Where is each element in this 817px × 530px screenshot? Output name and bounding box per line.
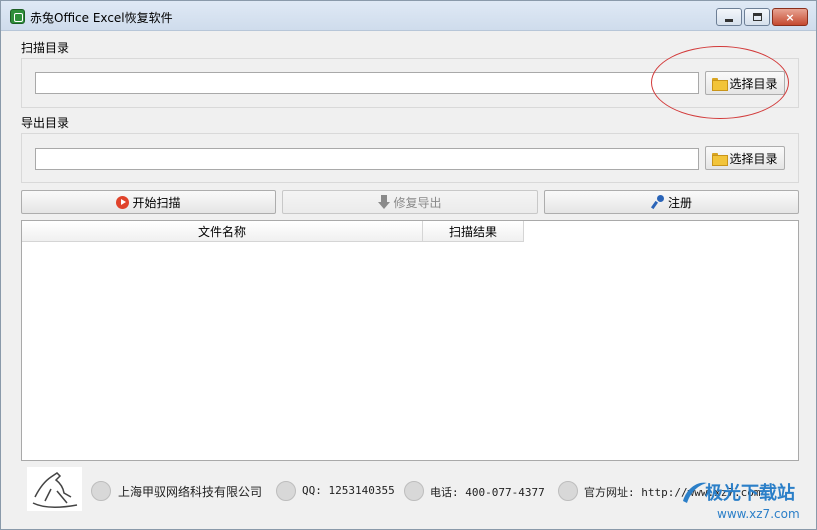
scan-dir-label: 扫描目录 [21, 41, 70, 55]
key-icon [651, 195, 665, 209]
qq-number: QQ: 1253140355 [302, 484, 395, 497]
column-header-scan-result[interactable]: 扫描结果 [423, 221, 524, 242]
globe-icon [558, 481, 578, 501]
company-logo [27, 467, 82, 511]
start-scan-label: 开始扫描 [132, 195, 181, 210]
export-dir-label: 导出目录 [21, 116, 70, 130]
export-path-input[interactable] [35, 148, 699, 170]
register-button[interactable]: 注册 [544, 190, 799, 214]
close-icon: × [785, 10, 795, 24]
export-browse-label: 选择目录 [729, 151, 778, 166]
start-scan-button[interactable]: 开始扫描 [21, 190, 276, 214]
building-icon [91, 481, 111, 501]
phone-icon [404, 481, 424, 501]
title-bar[interactable]: 赤兔Office Excel恢复软件 × [1, 1, 816, 31]
repair-export-label: 修复导出 [393, 195, 442, 210]
register-label: 注册 [667, 195, 692, 210]
column-header-filename[interactable]: 文件名称 [22, 221, 423, 242]
close-button[interactable]: × [772, 8, 808, 26]
highlight-annotation [651, 46, 789, 119]
down-arrow-icon [378, 195, 391, 209]
phone-number: 电话: 400-077-4377 [430, 486, 545, 499]
watermark-url: www.xz7.com [717, 507, 800, 521]
window-title: 赤兔Office Excel恢复软件 [30, 11, 173, 25]
export-browse-button[interactable]: 选择目录 [705, 146, 785, 170]
watermark-title: 极光下载站 [705, 483, 795, 504]
company-name: 上海甲驭网络科技有限公司 [118, 485, 263, 499]
maximize-icon [752, 13, 762, 21]
scan-path-input[interactable] [35, 72, 699, 94]
horse-logo-icon [32, 472, 78, 508]
maximize-button[interactable] [744, 8, 770, 26]
repair-export-button[interactable]: 修复导出 [282, 190, 538, 214]
site-watermark: 极光下载站 www.xz7.com [683, 477, 816, 529]
excel-app-icon [10, 9, 25, 24]
minimize-icon [725, 18, 733, 22]
folder-icon [712, 152, 729, 166]
qq-icon [276, 481, 296, 501]
window-controls: × [716, 8, 808, 26]
minimize-button[interactable] [716, 8, 742, 26]
app-window: 赤兔Office Excel恢复软件 × 扫描目录 选择目录 导出目录 选择目录… [0, 0, 817, 530]
results-table[interactable]: 文件名称 扫描结果 [21, 220, 799, 461]
play-icon [116, 195, 130, 209]
